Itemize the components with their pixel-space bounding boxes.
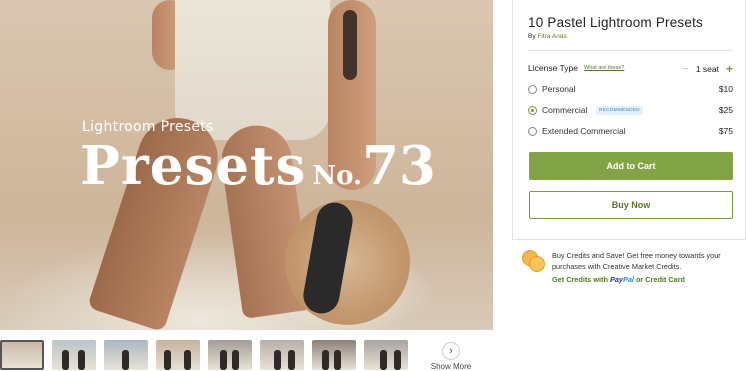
license-option-name: Personal bbox=[542, 84, 576, 94]
license-option-price: $75 bbox=[718, 126, 733, 136]
thumbnail-figure bbox=[380, 350, 387, 370]
thumbnail-figure bbox=[322, 350, 329, 370]
author-line: By Fitra Anas bbox=[528, 33, 567, 40]
license-option-personal[interactable]: Personal $10 bbox=[528, 83, 733, 97]
thumbnail-figure bbox=[78, 350, 85, 370]
thumbnail-figure bbox=[394, 350, 401, 370]
license-option-commercial[interactable]: Commercial RECOMMENDED $25 bbox=[528, 104, 733, 118]
radio-button[interactable] bbox=[528, 127, 537, 136]
paypal-pal: Pal bbox=[622, 275, 634, 284]
seat-stepper: − 1 seat + bbox=[682, 62, 733, 76]
coin-icon bbox=[529, 256, 545, 272]
thumbnail-3[interactable] bbox=[104, 340, 148, 370]
credits-promo-text: Buy Credits and Save! Get free money tow… bbox=[552, 251, 721, 271]
credits-links: Get Credits with PayPal or Credit Card bbox=[552, 275, 685, 284]
chevron-right-icon[interactable]: › bbox=[442, 342, 460, 360]
thumbnail-8[interactable] bbox=[364, 340, 408, 370]
credit-card-link[interactable]: or Credit Card bbox=[636, 275, 685, 284]
license-type-label: License Type bbox=[528, 63, 578, 73]
radio-button[interactable] bbox=[528, 85, 537, 94]
thumbnail-image bbox=[208, 340, 252, 370]
thumbnail-figure bbox=[274, 350, 281, 370]
hero-title-word: Presets bbox=[80, 135, 307, 197]
thumbnail-4[interactable] bbox=[156, 340, 200, 370]
thumbnail-figure bbox=[122, 350, 129, 370]
hero-title-number: 73 bbox=[362, 135, 436, 197]
decrease-seat-button[interactable]: − bbox=[682, 63, 688, 75]
thumbnail-image bbox=[156, 340, 200, 370]
thumbnail-5[interactable] bbox=[208, 340, 252, 370]
license-option-price: $25 bbox=[718, 105, 733, 115]
get-credits-label: Get Credits with bbox=[552, 275, 608, 284]
paypal-link[interactable]: PayPal bbox=[610, 275, 634, 284]
product-title: 10 Pastel Lightroom Presets bbox=[528, 15, 703, 30]
license-option-name: Commercial bbox=[542, 105, 588, 115]
paypal-pay: Pay bbox=[609, 275, 623, 284]
license-help-link[interactable]: What are these? bbox=[584, 65, 624, 71]
show-more-button[interactable]: › Show More bbox=[430, 342, 472, 371]
hero-title-no: No. bbox=[312, 161, 363, 191]
thumbnail-image bbox=[2, 342, 42, 368]
recommended-badge: RECOMMENDED bbox=[596, 106, 643, 115]
hero-title: Presets No.73 bbox=[80, 135, 436, 197]
coins-icon bbox=[520, 250, 546, 274]
purchase-panel: 10 Pastel Lightroom Presets By Fitra Ana… bbox=[512, 0, 746, 240]
divider bbox=[528, 50, 732, 51]
thumbnail-image bbox=[260, 340, 304, 370]
hero-subtitle: Lightroom Presets bbox=[82, 119, 214, 135]
thumbnail-figure bbox=[288, 350, 295, 370]
thumbnail-7[interactable] bbox=[312, 340, 356, 370]
radio-button-selected[interactable] bbox=[528, 106, 537, 115]
license-option-name: Extended Commercial bbox=[542, 126, 626, 136]
thumbnail-strip bbox=[0, 340, 493, 371]
thumbnail-1[interactable] bbox=[0, 340, 44, 370]
thumbnail-figure bbox=[334, 350, 341, 370]
seat-count: 1 seat bbox=[695, 64, 719, 74]
increase-seat-button[interactable]: + bbox=[726, 62, 733, 76]
thumbnail-figure bbox=[232, 350, 239, 370]
license-type-row: License Type What are these? − 1 seat + bbox=[528, 62, 733, 77]
add-to-cart-button[interactable]: Add to Cart bbox=[529, 152, 733, 180]
buy-now-button[interactable]: Buy Now bbox=[529, 191, 733, 219]
by-prefix: By bbox=[528, 33, 536, 40]
credits-promo: Buy Credits and Save! Get free money tow… bbox=[520, 248, 746, 294]
product-hero-image: Lightroom Presets Presets No.73 bbox=[0, 0, 493, 330]
author-link[interactable]: Fitra Anas bbox=[537, 33, 566, 40]
thumbnail-figure bbox=[184, 350, 191, 370]
license-option-extended-commercial[interactable]: Extended Commercial $75 bbox=[528, 125, 733, 139]
thumbnail-figure bbox=[62, 350, 69, 370]
thumbnail-6[interactable] bbox=[260, 340, 304, 370]
thumbnail-figure bbox=[164, 350, 171, 370]
thumbnail-2[interactable] bbox=[52, 340, 96, 370]
thumbnail-image bbox=[52, 340, 96, 370]
license-option-price: $10 bbox=[718, 84, 733, 94]
thumbnail-figure bbox=[220, 350, 227, 370]
photo-tattoo bbox=[343, 10, 357, 80]
show-more-label: Show More bbox=[430, 362, 472, 371]
